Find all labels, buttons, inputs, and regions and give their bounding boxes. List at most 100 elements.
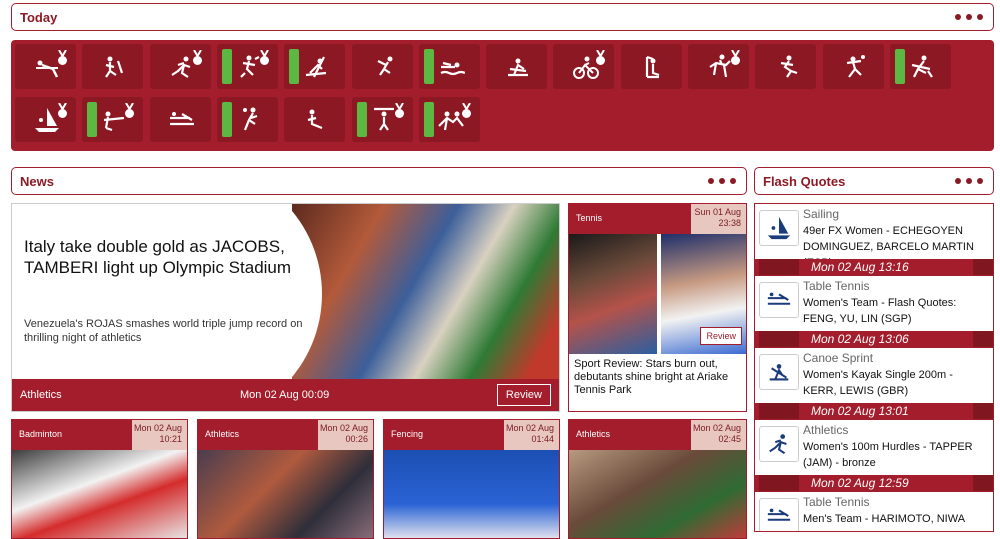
sport-tile-football[interactable] [755,44,817,89]
athletics-icon [769,434,787,455]
sport-tile-water-polo[interactable] [284,97,346,142]
sport-tile-cycling-track[interactable] [553,44,615,89]
flash-quote-time: Mon 02 Aug 13:06 [755,331,993,347]
tennis-text[interactable]: Sport Review: Stars burn out, debutants … [574,358,744,397]
medal-icon [731,50,740,65]
water-polo-icon [307,109,323,130]
sport-tile-golf[interactable] [620,44,682,89]
flash-quote-icon [759,210,799,246]
medal-icon [259,50,269,65]
flash-quote-icon [759,498,799,531]
flash-quote-time: Mon 02 Aug 13:01 [755,403,993,419]
hero-review-button[interactable]: Review [496,384,551,406]
sport-tile-volleyball[interactable] [216,97,278,142]
medal-icon [596,50,606,65]
live-indicator [221,49,232,84]
swimming-icon [440,61,465,76]
medal-icon [394,103,404,118]
sport-tile-rowing[interactable] [486,44,548,89]
medal-icon [125,103,135,118]
flash-quote-text[interactable]: Women's Kayak Single 200m - KERR, LEWIS … [803,367,985,399]
card-category: Athletics [576,429,611,439]
today-header: Today [11,3,994,31]
card-category: Fencing [391,429,424,439]
flash-quote-sport: Sailing [803,207,840,221]
flash-quotes-title: Flash Quotes [763,173,846,189]
sport-tile-swimming[interactable] [418,44,480,89]
medal-icon [461,103,471,118]
sport-tile-sailing[interactable] [15,97,76,142]
flash-quote-item[interactable]: Table Tennis Women's Team - Flash Quotes:… [755,276,993,348]
flash-quote-item[interactable]: Table Tennis Men's Team - HARIMOTO, NIWA [755,492,993,531]
sport-tile-handball[interactable] [822,44,884,89]
news-card-athletics-2[interactable]: Athletics Mon 02 Aug 02:45 [568,419,747,539]
football-icon [781,55,798,78]
flash-quote-text[interactable]: Men's Team - HARIMOTO, NIWA [803,511,985,527]
diving-icon [377,56,392,76]
table-tennis-icon [767,292,791,305]
hero-headline[interactable]: Italy take double gold as JACOBS, TAMBER… [24,236,314,278]
card-photo [198,450,373,538]
card-date: Mon 02 Aug 02:45 [691,420,746,450]
flash-quote-time: Mon 02 Aug 13:16 [755,259,993,275]
hero-photo [292,204,559,382]
sport-tile-weightlifting[interactable] [351,97,413,142]
hero-footer: Athletics Mon 02 Aug 00:09 Review [12,379,559,411]
tennis-card[interactable]: Tennis Sun 01 Aug 23:38 Review Sport Revi… [568,203,747,412]
card-photo [12,450,187,538]
flash-more-icon[interactable] [955,178,983,184]
volleyball-icon [242,107,258,131]
sailing-icon [767,216,791,240]
hero-article[interactable]: Italy take double gold as JACOBS, TAMBER… [11,203,560,412]
tennis-card-header: Tennis Sun 01 Aug 23:38 [569,204,746,234]
table-tennis-icon [169,112,194,126]
sport-tile-trampoline[interactable] [82,44,144,89]
flash-quote-text[interactable]: Women's 100m Hurdles - TAPPER (JAM) - br… [803,439,985,471]
flash-quote-text[interactable]: Women's Team - Flash Quotes: FENG, YU, L… [803,295,985,327]
card-photo [569,450,746,538]
news-card-fencing[interactable]: Fencing Mon 02 Aug 01:44 [383,419,560,539]
medal-icon [192,50,202,65]
flash-quote-icon [759,426,799,462]
flash-quote-sport: Table Tennis [803,495,870,509]
today-more-icon[interactable] [955,14,983,20]
sport-tile-wrestling[interactable] [418,97,480,142]
canoe-slalom-icon [306,56,327,78]
live-indicator [894,49,905,84]
flash-quote-sport: Table Tennis [803,279,870,293]
news-card-badminton[interactable]: Badminton Mon 02 Aug 10:21 [11,419,188,539]
flash-quote-item[interactable]: Sailing 49er FX Women - ECHEGOYEN DOMINGU… [755,204,993,276]
medal-icon [58,50,67,65]
news-card-athletics[interactable]: Athletics Mon 02 Aug 00:26 [197,419,374,539]
hockey-icon [911,55,933,78]
sport-tile-artistic-swimming[interactable] [216,44,278,89]
sport-tile-athletics[interactable] [149,44,211,89]
sport-tile-table-tennis[interactable] [149,97,211,142]
flash-quotes-header: Flash Quotes [754,167,994,195]
flash-quote-item[interactable]: Athletics Women's 100m Hurdles - TAPPER (… [755,420,993,492]
live-indicator [221,102,232,137]
card-photo [384,450,559,538]
sport-tile-diving[interactable] [351,44,413,89]
flash-quote-item[interactable]: Canoe Sprint Women's Kayak Single 200m - … [755,348,993,420]
tennis-review-button[interactable]: Review [700,327,742,345]
sport-tile-canoe-slalom[interactable] [284,44,346,89]
live-indicator [289,49,300,84]
news-title: News [20,173,54,189]
sport-tile-equestrian[interactable] [688,44,749,89]
sport-tile-shooting[interactable] [82,97,144,142]
handball-icon [846,55,865,78]
news-header: News [11,167,747,195]
hero-summary: Venezuela's ROJAS smashes world triple j… [24,318,303,344]
flash-quotes-list: Sailing 49er FX Women - ECHEGOYEN DOMINGU… [754,203,994,532]
sport-tile-gymnastics-bar[interactable] [15,44,76,89]
golf-icon [645,55,660,79]
live-indicator [423,49,434,84]
hero-category: Athletics [20,389,62,401]
sport-tile-hockey[interactable] [889,44,951,89]
news-more-icon[interactable] [708,178,736,184]
sports-grid [11,40,994,151]
live-indicator [423,102,434,137]
today-title: Today [20,9,58,25]
card-date: Mon 02 Aug 00:26 [318,420,373,450]
